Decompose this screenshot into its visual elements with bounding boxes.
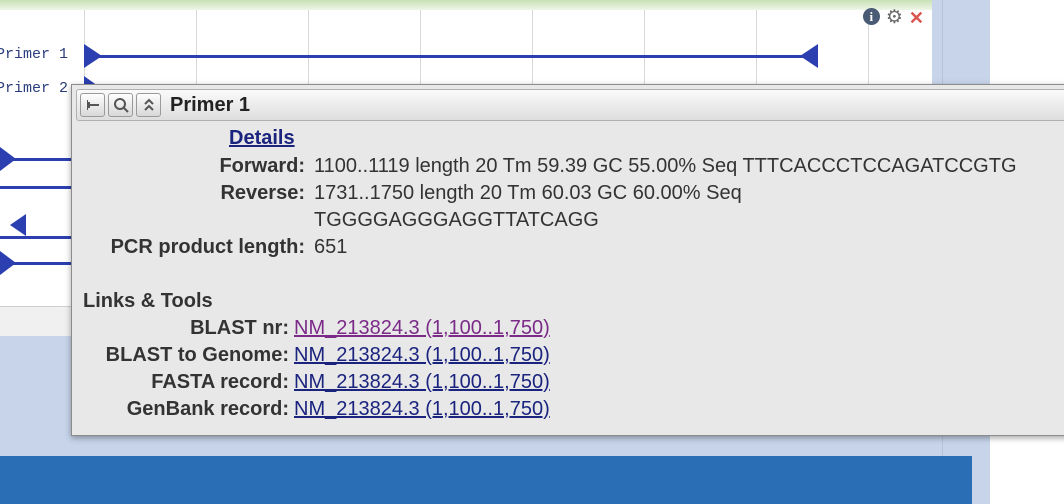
pcr-row: PCR product length: [72, 234, 305, 260]
fasta-label: FASTA record: [151, 371, 289, 393]
forward-row: Forward: [72, 153, 305, 179]
graphic-header-bar [0, 0, 932, 10]
reverse-label: Reverse: [220, 182, 305, 204]
popup-title: Primer 1 [170, 93, 251, 116]
genbank-label: GenBank record: [126, 398, 289, 420]
close-icon[interactable]: ✕ [909, 8, 924, 28]
details-link[interactable]: Details [229, 127, 295, 150]
fasta-link[interactable]: NM_213824.3 (1,100..1,750) [294, 369, 550, 395]
blast-genome-label: BLAST to Genome: [105, 344, 289, 366]
primer-1-track-line[interactable] [96, 55, 808, 58]
reverse-sequence: TGGGGAGGGAGGTTATCAGG [314, 209, 599, 231]
reverse-row: Reverse: [72, 180, 305, 206]
reverse-primer-arrow-icon[interactable] [800, 44, 818, 68]
gear-icon[interactable]: ⚙ [886, 8, 903, 28]
track-line[interactable] [0, 186, 72, 189]
blast-nr-link[interactable]: NM_213824.3 (1,100..1,750) [294, 315, 550, 341]
forward-primer-arrow-icon[interactable] [0, 251, 16, 275]
pin-icon[interactable] [80, 93, 105, 117]
collapse-icon[interactable] [136, 93, 161, 117]
forward-value: 1100..1119 length 20 Tm 59.39 GC 55.00% … [314, 155, 1017, 177]
genbank-link[interactable]: NM_213824.3 (1,100..1,750) [294, 396, 550, 422]
footer-bar [0, 456, 972, 504]
track-label-primer-1[interactable]: Primer 1 [0, 46, 68, 63]
reverse-primer-arrow-icon[interactable] [10, 214, 26, 236]
info-icon[interactable]: i [862, 8, 880, 25]
fasta-row: FASTA record: [72, 369, 289, 395]
forward-primer-arrow-icon[interactable] [0, 147, 16, 171]
pcr-product-length-value: 651 [314, 236, 348, 258]
blast-nr-row: BLAST nr: [72, 315, 289, 341]
blast-genome-row: BLAST to Genome: [72, 342, 289, 368]
forward-primer-arrow-icon[interactable] [84, 44, 102, 68]
blast-genome-link[interactable]: NM_213824.3 (1,100..1,750) [294, 342, 550, 368]
track-line[interactable] [0, 236, 72, 239]
popup-titlebar[interactable]: Primer 1 [76, 89, 1064, 121]
magnifier-icon[interactable] [108, 93, 133, 117]
primer-details-popup: Primer 1 Details Forward: 1100..1119 len… [71, 84, 1064, 436]
genbank-row: GenBank record: [72, 396, 289, 422]
graphic-toolbar: i ⚙ ✕ [862, 8, 924, 28]
blast-nr-label: BLAST nr: [190, 317, 289, 339]
track-label-primer-2[interactable]: Primer 2 [0, 80, 68, 97]
reverse-value: 1731..1750 length 20 Tm 60.03 GC 60.00% … [314, 182, 742, 204]
pcr-product-length-label: PCR product length: [110, 236, 305, 258]
forward-label: Forward: [219, 155, 305, 177]
links-tools-heading: Links & Tools [83, 290, 213, 312]
